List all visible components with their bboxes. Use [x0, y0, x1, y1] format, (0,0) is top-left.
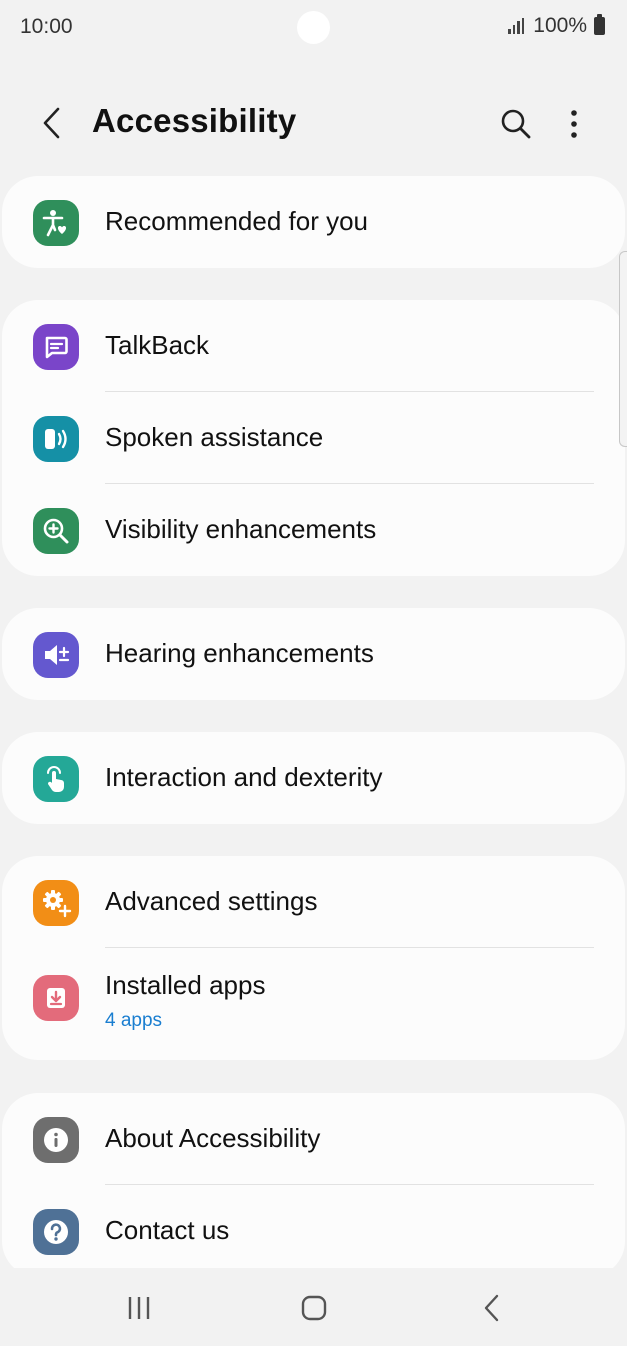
settings-item-label: TalkBack — [105, 330, 210, 360]
settings-item-interaction-and-dexterity[interactable]: Interaction and dexterity — [2, 732, 625, 824]
gear-plus-icon — [33, 880, 79, 926]
chevron-left-icon — [43, 107, 60, 139]
settings-group-advanced: Advanced settings Installed apps 4 apps — [2, 856, 625, 1060]
page-title: Accessibility — [92, 102, 297, 139]
info-icon — [33, 1117, 79, 1163]
settings-item-label: Installed apps — [105, 970, 266, 1000]
settings-item-recommended-for-you[interactable]: Recommended for you — [2, 176, 625, 268]
zoom-in-icon — [33, 508, 79, 554]
settings-item-talkback[interactable]: TalkBack — [2, 300, 625, 392]
settings-group-interaction: Interaction and dexterity — [2, 732, 625, 824]
search-button[interactable] — [494, 102, 538, 146]
settings-item-advanced-settings[interactable]: Advanced settings — [2, 856, 625, 948]
settings-item-label: Advanced settings — [105, 886, 318, 916]
recent-apps-icon — [128, 1297, 150, 1319]
settings-item-label: Spoken assistance — [105, 422, 324, 452]
settings-item-contact-us[interactable]: Contact us — [2, 1185, 625, 1277]
settings-item-visibility-enhancements[interactable]: Visibility enhancements — [2, 484, 625, 576]
accessibility-person-icon — [33, 200, 79, 246]
status-time: 10:00 — [20, 15, 73, 38]
status-indicators: 100% — [508, 14, 605, 38]
settings-item-label: Recommended for you — [105, 206, 369, 236]
settings-item-spoken-assistance[interactable]: Spoken assistance — [2, 392, 625, 484]
scrollbar-thumb[interactable] — [619, 251, 627, 447]
back-button[interactable] — [32, 100, 72, 146]
search-icon — [501, 109, 531, 139]
settings-group-recommended: Recommended for you — [2, 176, 625, 268]
settings-group-hearing: Hearing enhancements — [2, 608, 625, 700]
settings-item-label: Visibility enhancements — [105, 514, 377, 544]
settings-item-label: Hearing enhancements — [105, 638, 374, 668]
recent-apps-button[interactable] — [121, 1290, 157, 1326]
settings-item-installed-apps[interactable]: Installed apps 4 apps — [2, 948, 625, 1060]
battery-percent: 100% — [533, 14, 587, 37]
help-question-icon — [33, 1209, 79, 1255]
touch-hand-icon — [33, 756, 79, 802]
settings-item-label: Contact us — [105, 1215, 230, 1245]
volume-plus-icon — [33, 632, 79, 678]
settings-item-label: Interaction and dexterity — [105, 762, 383, 792]
battery-icon — [594, 14, 605, 35]
settings-item-label: About Accessibility — [105, 1123, 321, 1153]
app-bar: Accessibility — [0, 80, 627, 166]
settings-item-hearing-enhancements[interactable]: Hearing enhancements — [2, 608, 625, 700]
home-button[interactable] — [296, 1290, 332, 1326]
nav-back-button[interactable] — [474, 1290, 510, 1326]
spoken-assistance-icon — [33, 416, 79, 462]
home-icon — [301, 1295, 327, 1321]
download-tray-icon — [33, 975, 79, 1021]
back-icon — [484, 1294, 499, 1322]
status-bar: 10:00 100% — [0, 0, 627, 56]
settings-item-about-accessibility[interactable]: About Accessibility — [2, 1093, 625, 1185]
settings-group-vision: TalkBack Spoken assistance Visibility en… — [2, 300, 625, 576]
installed-apps-count: 4 apps — [105, 1010, 163, 1031]
talkback-chat-icon — [33, 324, 79, 370]
more-vert-icon — [571, 110, 577, 138]
navigation-bar — [0, 1268, 627, 1346]
settings-group-about: About Accessibility Contact us — [2, 1093, 625, 1277]
camera-cutout — [297, 11, 330, 44]
more-options-button[interactable] — [552, 102, 596, 146]
signal-icon — [508, 18, 525, 34]
